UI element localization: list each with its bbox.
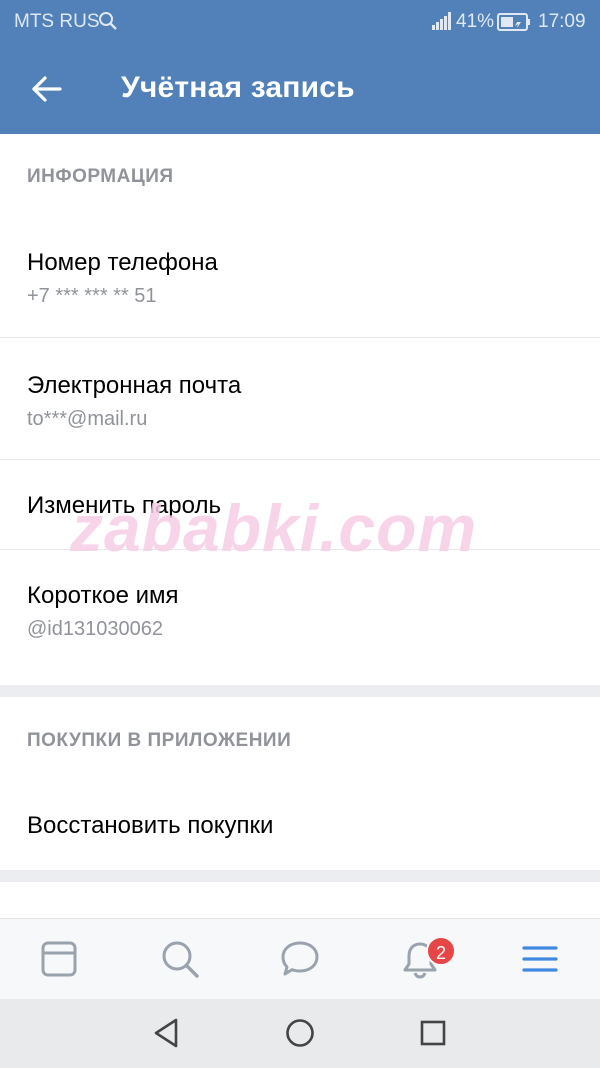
- carrier-label: MTS RUS: [14, 11, 100, 32]
- short-name-title: Короткое имя: [27, 582, 179, 609]
- info-section: ИНФОРМАЦИЯ Номер телефона +7 *** *** ** …: [0, 134, 600, 685]
- phone-value: +7 *** *** ** 51: [27, 285, 157, 307]
- email-row[interactable]: Электронная почта to***@mail.ru: [0, 338, 600, 459]
- email-value: to***@mail.ru: [27, 408, 148, 430]
- next-section: [0, 882, 600, 918]
- menu-icon[interactable]: [520, 939, 560, 979]
- email-title: Электронная почта: [27, 372, 242, 399]
- restore-purchases-row[interactable]: Восстановить покупки: [0, 777, 600, 870]
- search-icon: [99, 12, 117, 30]
- clock: 17:09: [538, 11, 586, 32]
- back-arrow-icon[interactable]: [30, 72, 64, 106]
- page-title: Учётная запись: [121, 71, 355, 104]
- restore-purchases-title: Восстановить покупки: [27, 812, 274, 839]
- notifications-badge: 2: [426, 936, 456, 966]
- messages-icon[interactable]: [280, 939, 320, 979]
- back-triangle-icon[interactable]: [151, 1017, 183, 1049]
- short-name-row[interactable]: Короткое имя @id131030062: [0, 550, 600, 685]
- watermark: zababki.com: [70, 491, 478, 565]
- system-nav-bar: [0, 999, 600, 1068]
- purchases-section: ПОКУПКИ В ПРИЛОЖЕНИИ Восстановить покупк…: [0, 697, 600, 870]
- phone-row[interactable]: Номер телефона +7 *** *** ** 51: [0, 214, 600, 337]
- tab-bar: [0, 918, 600, 999]
- recents-square-icon[interactable]: [417, 1017, 449, 1049]
- section-header-purchases: ПОКУПКИ В ПРИЛОЖЕНИИ: [27, 730, 292, 751]
- short-name-value: @id131030062: [27, 618, 163, 640]
- news-feed-icon[interactable]: [40, 939, 80, 979]
- battery-icon: [497, 13, 530, 31]
- app-bar: Учётная запись: [0, 44, 600, 134]
- section-header-info: ИНФОРМАЦИЯ: [27, 166, 174, 187]
- phone-title: Номер телефона: [27, 249, 218, 276]
- status-bar: MTS RUS 41% 17:09: [0, 0, 600, 44]
- home-circle-icon[interactable]: [284, 1017, 316, 1049]
- search-icon[interactable]: [160, 939, 200, 979]
- battery-percent: 41%: [456, 11, 495, 32]
- signal-icon: [432, 12, 451, 30]
